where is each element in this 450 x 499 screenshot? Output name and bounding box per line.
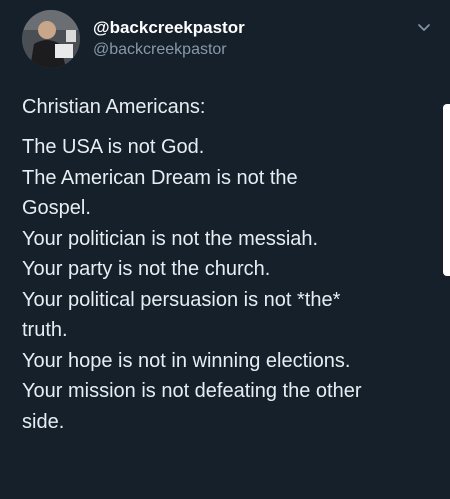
tweet-header: @backcreekpastor @backcreekpastor — [22, 10, 442, 70]
avatar-photo-icon — [22, 10, 80, 68]
tweet-line: truth. — [22, 319, 68, 341]
tweet-line: Your political persuasion is not *the* — [22, 288, 341, 311]
tweet-line: Your hope is not in winning elections. — [22, 349, 351, 372]
tweet-line: Your mission is not defeating the other — [22, 380, 362, 402]
user-handle[interactable]: @backcreekpastor — [93, 41, 227, 59]
scrollbar[interactable] — [443, 104, 450, 276]
tweet-heading: Christian Americans: — [22, 96, 206, 118]
display-name[interactable]: @backcreekpastor — [93, 18, 245, 38]
tweet-lines: The USA is not God. The American Dream i… — [22, 132, 432, 437]
tweet-text: Christian Americans: The USA is not God.… — [22, 94, 432, 437]
tweet-line: Your politician is not the messiah. — [22, 227, 319, 250]
tweet-line: Your party is not the church. — [22, 258, 271, 280]
tweet-line: The American Dream is not the — [22, 166, 298, 189]
tweet-line: Gospel. — [22, 197, 91, 219]
tweet-line: The USA is not God. — [22, 136, 205, 158]
chevron-down-icon[interactable] — [416, 20, 432, 36]
avatar[interactable] — [22, 10, 80, 68]
tweet-line: side. — [22, 410, 65, 433]
